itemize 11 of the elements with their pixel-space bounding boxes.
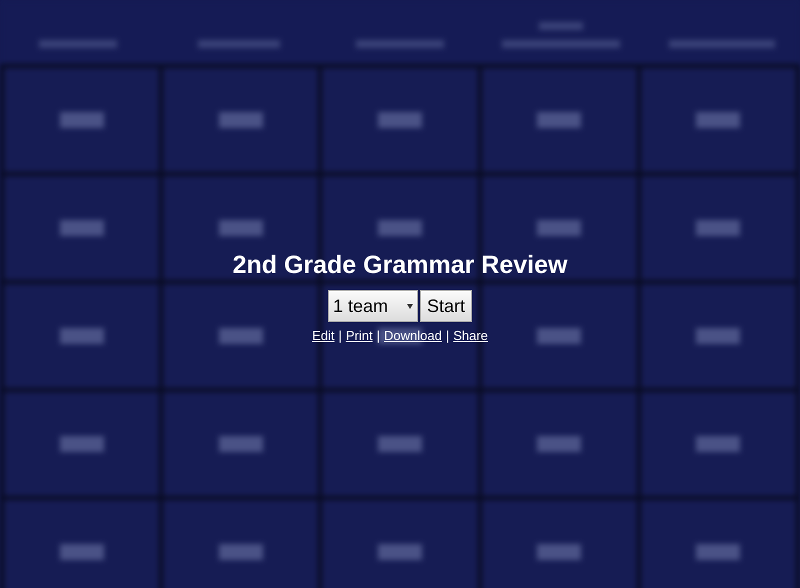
action-link[interactable]: Share — [453, 326, 488, 346]
link-separator: | — [338, 327, 342, 346]
team-select[interactable]: 1 team — [328, 290, 418, 322]
dropdown-caret-icon — [406, 304, 413, 309]
action-link[interactable]: Print — [346, 326, 373, 346]
game-title: 2nd Grade Grammar Review — [232, 250, 568, 280]
link-separator: | — [376, 327, 380, 346]
start-button[interactable]: Start — [420, 290, 472, 322]
link-separator: | — [446, 327, 450, 346]
action-link[interactable]: Download — [384, 326, 442, 346]
action-link[interactable]: Edit — [312, 326, 334, 346]
